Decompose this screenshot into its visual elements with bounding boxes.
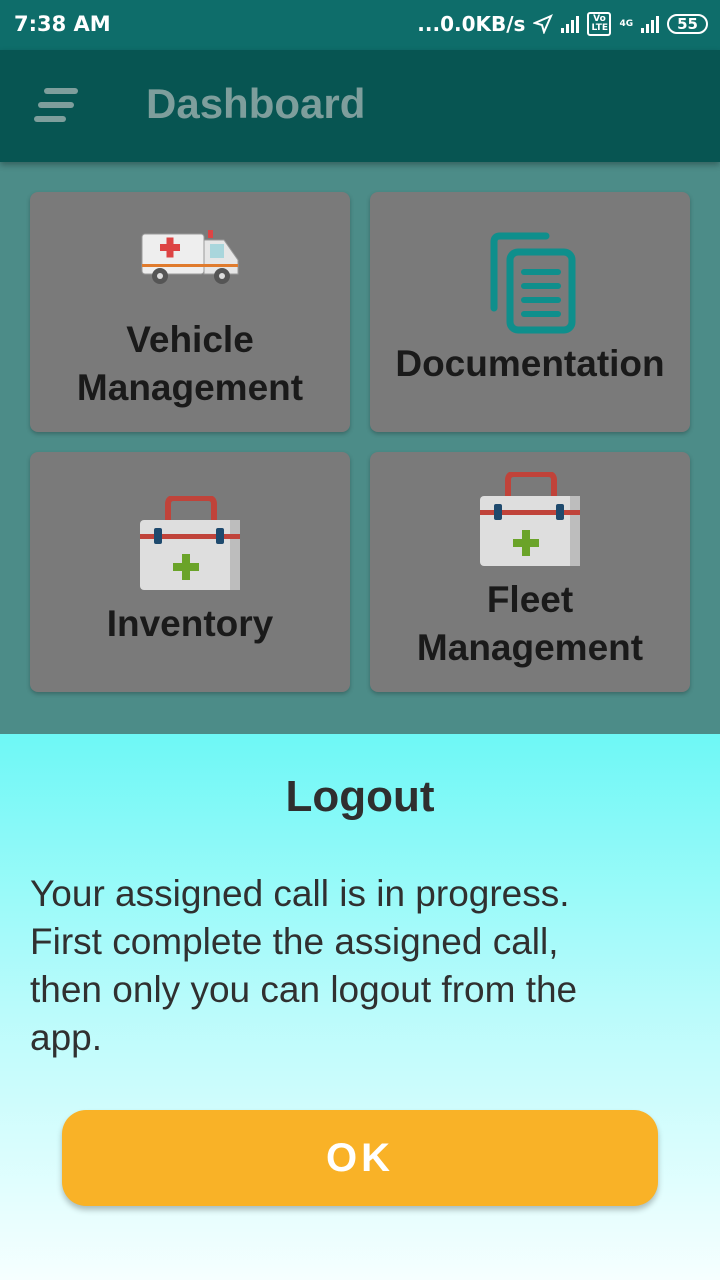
first-aid-kit-icon [140,496,240,590]
network-type: 4G [619,19,634,29]
signal-icon [561,15,580,33]
ambulance-icon [141,230,239,284]
page-title: Dashboard [146,80,366,127]
first-aid-kit-icon [480,472,580,566]
battery-icon: 55 [667,14,708,34]
location-arrow-icon [533,14,554,34]
tile-vehicle-management[interactable]: Vehicle Management [30,192,350,432]
tile-fleet-management[interactable]: Fleet Management [370,452,690,692]
tile-label-line2: Management [76,367,304,408]
documents-icon [490,232,576,334]
status-time: 7:38 AM [14,12,111,36]
ok-button[interactable]: OK [62,1110,658,1206]
tile-label-line1: Vehicle [126,319,254,360]
net-speed: ...0.0KB/s [417,12,526,36]
signal-icon-2 [641,15,660,33]
app-bar: Dashboard [0,50,720,162]
tile-inventory[interactable]: Inventory [30,452,350,692]
status-icons: ...0.0KB/s Vo LTE 4G 55 [417,12,708,36]
menu-icon[interactable] [34,88,78,124]
tile-label-line2: Management [416,627,644,668]
tile-label-line1: Fleet [486,579,574,620]
tile-label-line1: Documentation [395,343,665,384]
tile-label-line1: Inventory [106,603,274,644]
volte-icon: Vo LTE [587,12,612,36]
tile-documentation[interactable]: Documentation [370,192,690,432]
status-bar: 7:38 AM ...0.0KB/s Vo LTE 4G 55 [0,0,720,50]
